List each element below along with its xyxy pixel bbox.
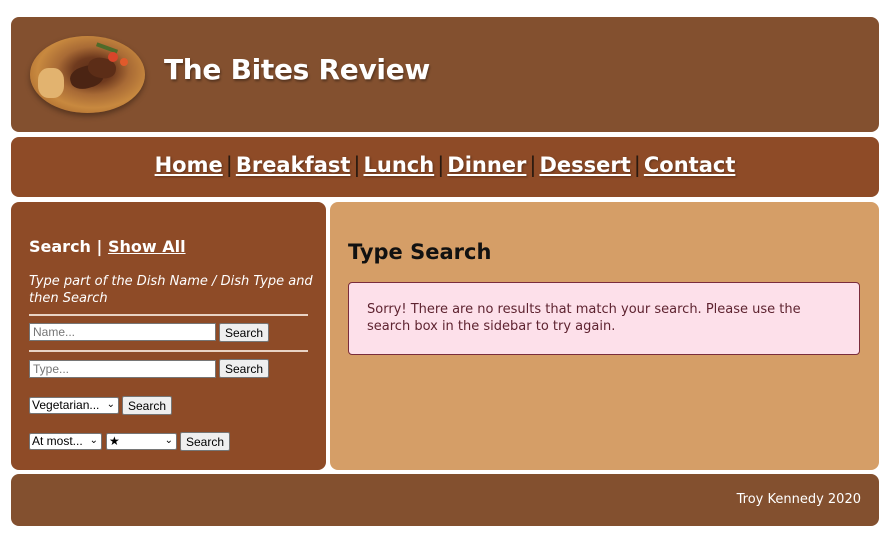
rating-select[interactable]: ★ ⌄ <box>106 433 177 450</box>
chevron-down-icon: ⌄ <box>106 399 115 410</box>
logo-image <box>30 36 145 113</box>
nav-separator: | <box>437 153 445 177</box>
nav-separator: | <box>353 153 361 177</box>
type-search-button[interactable]: Search <box>219 359 270 378</box>
rating-select-value: ★ <box>109 434 120 448</box>
vegetarian-select[interactable]: Vegetarian... ⌄ <box>29 397 119 414</box>
search-hint: Type part of the Dish Name / Dish Type a… <box>29 274 313 306</box>
vegetarian-select-value: Vegetarian... <box>32 398 100 412</box>
site-title: The Bites Review <box>164 53 430 86</box>
nav-breakfast-link[interactable]: Breakfast <box>236 153 351 177</box>
nav-home-link[interactable]: Home <box>155 153 223 177</box>
chevron-down-icon: ⌄ <box>89 435 98 446</box>
vegetarian-search-button[interactable]: Search <box>122 396 173 415</box>
at-most-select[interactable]: At most... ⌄ <box>29 433 102 450</box>
nav-dessert-link[interactable]: Dessert <box>539 153 630 177</box>
rating-search-button[interactable]: Search <box>180 432 231 451</box>
heading-separator: | <box>96 237 103 256</box>
show-all-link[interactable]: Show All <box>108 237 186 256</box>
name-search-input[interactable] <box>29 323 216 341</box>
type-search-input[interactable] <box>29 360 216 378</box>
nav-separator: | <box>633 153 641 177</box>
chevron-down-icon: ⌄ <box>164 435 173 446</box>
main-content: Type Search Sorry! There are no results … <box>330 202 879 470</box>
no-results-alert: Sorry! There are no results that match y… <box>348 282 860 355</box>
nav-contact-link[interactable]: Contact <box>644 153 736 177</box>
nav-separator: | <box>529 153 537 177</box>
nav-separator: | <box>225 153 233 177</box>
divider <box>29 314 308 316</box>
divider <box>29 350 308 352</box>
footer-credit: Troy Kennedy 2020 <box>736 492 861 507</box>
nav-dinner-link[interactable]: Dinner <box>447 153 526 177</box>
sidebar-heading: Search | Show All <box>29 237 186 256</box>
search-sidebar: Search | Show All Type part of the Dish … <box>11 202 326 470</box>
name-search-button[interactable]: Search <box>219 323 270 342</box>
main-nav: Home | Breakfast | Lunch | Dinner | Dessert | Cont… <box>11 137 879 197</box>
nav-lunch-link[interactable]: Lunch <box>364 153 435 177</box>
site-footer: Troy Kennedy 2020 <box>11 474 879 526</box>
search-label: Search <box>29 237 91 256</box>
page-title: Type Search <box>348 240 492 264</box>
site-header: The Bites Review <box>11 17 879 132</box>
at-most-select-value: At most... <box>32 434 83 448</box>
